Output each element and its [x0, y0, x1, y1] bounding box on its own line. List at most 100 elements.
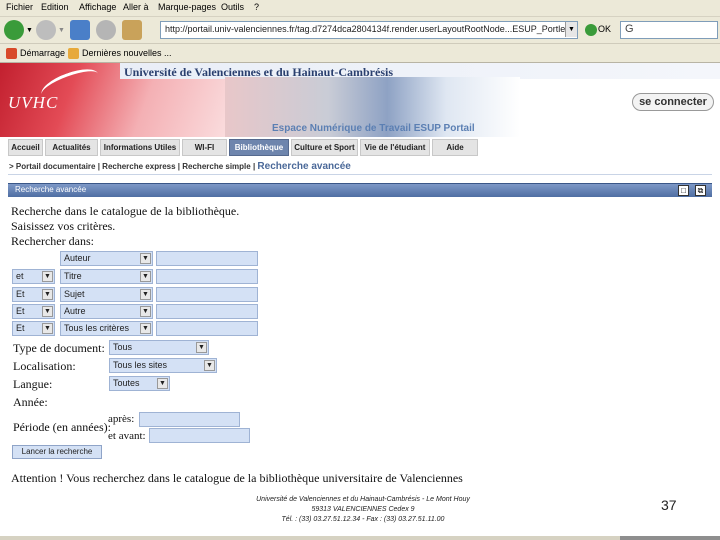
chevron-down-icon: ▼ [157, 378, 168, 389]
reload-icon[interactable] [70, 20, 90, 40]
criteria-operator-value: Et [16, 323, 25, 333]
tab-accueil[interactable]: Accueil [8, 139, 43, 156]
doc-type-label: Type de document: [13, 341, 105, 355]
chevron-down-icon: ▼ [42, 289, 53, 300]
criteria-field-value: Autre [64, 306, 86, 316]
attention-notice: Attention ! Vous recherchez dans le cata… [11, 471, 463, 485]
chevron-down-icon: ▼ [204, 360, 215, 371]
ent-title: Espace Numérique de Travail ESUP Portail [272, 123, 475, 134]
criteria-field-select[interactable]: Auteur ▼ [60, 251, 153, 266]
chevron-down-icon: ▼ [42, 306, 53, 317]
footer-address-line: Tél. : (33) 03.27.51.12.34 - Fax : (33) … [281, 516, 445, 523]
criteria-operator-select[interactable]: Et ▼ [12, 321, 55, 336]
after-label: après: [108, 413, 135, 425]
language-label: Langue: [13, 377, 53, 391]
address-bar[interactable]: http://portail.univ-valenciennes.fr/tag.… [160, 21, 578, 39]
breadcrumb: > Portail documentaire | Recherche expre… [9, 161, 351, 172]
criteria-field-select[interactable]: Titre ▼ [60, 269, 153, 284]
menu-aller[interactable]: Aller à [123, 2, 149, 12]
criteria-field-value: Sujet [64, 289, 85, 299]
tab-culture-sport[interactable]: Culture et Sport [291, 139, 358, 156]
connect-button[interactable]: se connecter [632, 93, 714, 111]
form-intro-line: Recherche dans le catalogue de la biblio… [11, 204, 240, 218]
menu-edition[interactable]: Edition [41, 2, 69, 12]
subnav-recherche-express[interactable]: Recherche express [102, 162, 175, 171]
maximize-icon[interactable]: □ [678, 185, 689, 196]
footer-address-line: 59313 VALENCIENNES Cedex 9 [311, 506, 415, 513]
menu-affichage[interactable]: Affichage [79, 2, 116, 12]
doc-type-select[interactable]: Tous ▼ [109, 340, 209, 355]
bookmarks-bar: Démarrage Dernières nouvelles ... [0, 44, 720, 63]
browser-menu-bar: Fichier Edition Affichage Aller à Marque… [0, 0, 720, 17]
period-after-input[interactable] [139, 412, 240, 427]
criteria-text-input[interactable] [156, 321, 258, 336]
subnav-recherche-avancee[interactable]: Recherche avancée [257, 161, 350, 172]
firefox-icon [6, 48, 17, 59]
menu-marque-pages[interactable]: Marque-pages [158, 2, 216, 12]
chevron-down-icon: ▼ [42, 271, 53, 282]
criteria-text-input[interactable] [156, 269, 258, 284]
stop-icon[interactable] [96, 20, 116, 40]
home-icon[interactable] [122, 20, 142, 40]
location-label: Localisation: [13, 359, 76, 373]
criteria-operator-value: et [16, 271, 24, 281]
language-select[interactable]: Toutes ▼ [109, 376, 170, 391]
address-dropdown-icon[interactable]: ▼ [565, 22, 577, 37]
status-bar [0, 536, 720, 540]
tab-actualites[interactable]: Actualités [45, 139, 98, 156]
detach-icon[interactable]: ⧉ [695, 185, 706, 196]
menu-help[interactable]: ? [254, 2, 259, 12]
page-number: 37 [661, 497, 677, 513]
portal-header: Université de Valenciennes et du Hainaut… [0, 63, 720, 137]
subnav-divider [8, 174, 712, 175]
tab-bibliotheque[interactable]: Bibliothèque [229, 139, 289, 156]
chevron-down-icon: ▼ [42, 323, 53, 334]
tab-wifi[interactable]: WI-FI [182, 139, 227, 156]
period-before-input[interactable] [149, 428, 250, 443]
chevron-down-icon: ▼ [140, 323, 151, 334]
channel-title: Recherche avancée [15, 185, 87, 194]
back-dropdown-icon[interactable]: ▼ [26, 27, 33, 34]
chevron-down-icon: ▼ [140, 306, 151, 317]
tab-informations-utiles[interactable]: Informations Utiles [100, 139, 180, 156]
uvhc-logo: UVHC [8, 93, 59, 112]
criteria-operator-value: Et [16, 306, 25, 316]
menu-outils[interactable]: Outils [221, 2, 244, 12]
criteria-operator-select[interactable]: et ▼ [12, 269, 55, 284]
criteria-field-value: Titre [64, 271, 82, 281]
form-intro-line: Rechercher dans: [11, 234, 94, 248]
subnav-portail-documentaire[interactable]: Portail documentaire [16, 162, 96, 171]
tab-vie-etudiant[interactable]: Vie de l'étudiant [360, 139, 430, 156]
criteria-operator-select[interactable]: Et ▼ [12, 304, 55, 319]
breadcrumb-arrow: > [9, 162, 14, 171]
chevron-down-icon: ▼ [140, 253, 151, 264]
back-icon[interactable] [4, 20, 24, 40]
chevron-down-icon: ▼ [140, 289, 151, 300]
criteria-operator-select[interactable]: Et ▼ [12, 287, 55, 302]
year-label: Année: [13, 395, 48, 409]
criteria-field-value: Tous les critères [64, 323, 130, 333]
rss-icon [68, 48, 79, 59]
tab-aide[interactable]: Aide [432, 139, 478, 156]
bookmark-dernieres-nouvelles[interactable]: Dernières nouvelles ... [82, 48, 172, 58]
footer-address-line: Université de Valenciennes et du Hainaut… [256, 496, 470, 503]
location-select[interactable]: Tous les sites ▼ [109, 358, 217, 373]
go-icon [585, 24, 597, 36]
channel-title-bar [8, 183, 712, 197]
subnav-recherche-simple[interactable]: Recherche simple [182, 162, 250, 171]
criteria-field-select[interactable]: Sujet ▼ [60, 287, 153, 302]
criteria-text-input[interactable] [156, 304, 258, 319]
criteria-operator-value: Et [16, 289, 25, 299]
search-input[interactable]: G [620, 21, 718, 39]
criteria-field-select[interactable]: Tous les critères ▼ [60, 321, 153, 336]
search-submit-button[interactable]: Lancer la recherche [12, 445, 102, 459]
forward-dropdown-icon[interactable]: ▼ [58, 27, 65, 34]
menu-fichier[interactable]: Fichier [6, 2, 33, 12]
forward-icon[interactable] [36, 20, 56, 40]
before-label: et avant: [108, 430, 146, 442]
criteria-field-select[interactable]: Autre ▼ [60, 304, 153, 319]
status-bar-right [620, 536, 720, 540]
bookmark-demarrage[interactable]: Démarrage [20, 48, 65, 58]
criteria-text-input[interactable] [156, 287, 258, 302]
criteria-text-input[interactable] [156, 251, 258, 266]
